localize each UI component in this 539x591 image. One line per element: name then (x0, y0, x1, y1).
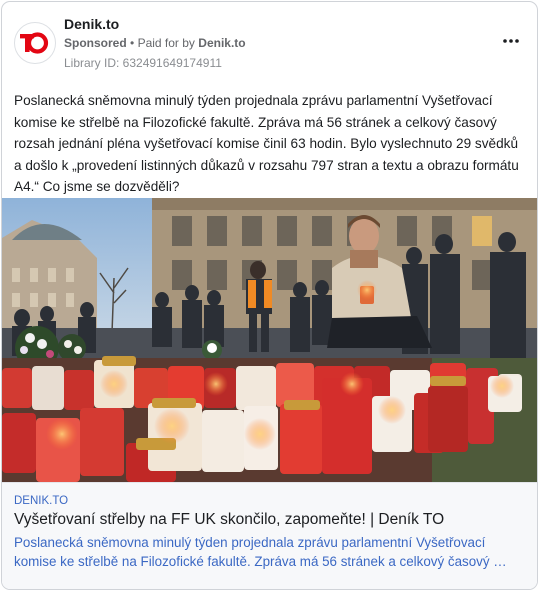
more-options-button[interactable] (497, 30, 525, 52)
ad-header: TO Denik.to Sponsored • Paid for by Deni… (2, 2, 537, 76)
link-domain[interactable]: DENIK.TO (14, 495, 68, 507)
meta-separator: • (130, 36, 135, 50)
ad-image[interactable] (2, 198, 537, 482)
sponsored-meta: Sponsored • Paid for by Denik.to (64, 36, 246, 50)
advertiser-name[interactable]: Denik.to (64, 16, 119, 32)
paid-for-prefix: Paid for by (137, 36, 195, 50)
ad-card: TO Denik.to Sponsored • Paid for by Deni… (1, 1, 538, 590)
library-id: Library ID: 632491649174911 (64, 56, 222, 70)
link-title[interactable]: Vyšetřovaní střelby na FF UK skončilo, z… (14, 511, 444, 529)
link-preview[interactable]: DENIK.TO Vyšetřovaní střelby na FF UK sk… (2, 482, 537, 589)
candle-vigil-photo (2, 198, 537, 482)
more-horizontal-icon (503, 39, 519, 43)
post-text: Poslanecká sněmovna minulý týden projedn… (14, 93, 519, 194)
link-description[interactable]: Poslanecká sněmovna minulý týden projedn… (14, 533, 526, 571)
denik-to-logo-icon: TO (17, 25, 49, 54)
advertiser-avatar[interactable]: TO (14, 22, 56, 64)
sponsored-label: Sponsored (64, 36, 127, 50)
logo-text: TO (17, 25, 19, 26)
paid-for-name[interactable]: Denik.to (198, 36, 245, 50)
